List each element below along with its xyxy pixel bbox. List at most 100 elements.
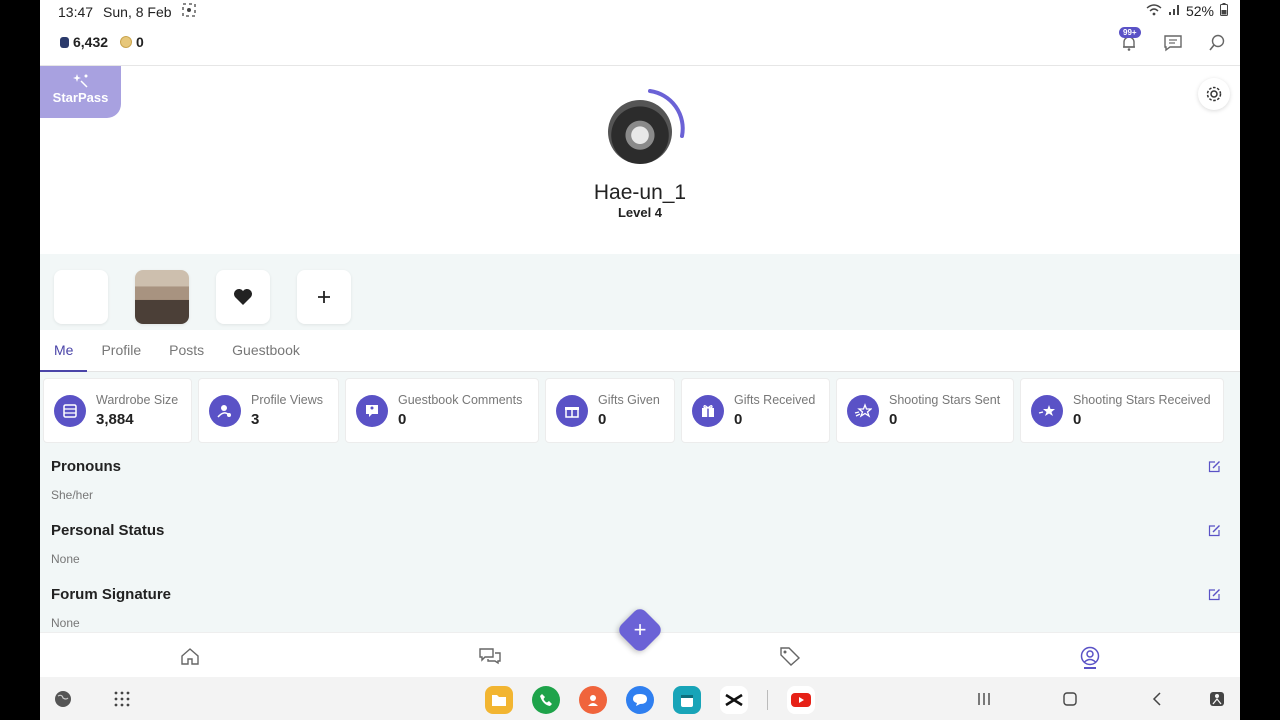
coin-count: 0: [136, 34, 144, 50]
app-dock: [485, 686, 815, 714]
plus-icon: [318, 291, 330, 303]
notification-badge: 99+: [1119, 27, 1141, 38]
stat-label: Gifts Received: [734, 393, 816, 407]
files-app-icon[interactable]: [485, 686, 513, 714]
gem-icon: [60, 36, 69, 48]
tab-guestbook[interactable]: Guestbook: [218, 330, 314, 372]
starpass-label: StarPass: [52, 90, 109, 105]
starpass-button[interactable]: StarPass: [40, 66, 121, 118]
messages-app-icon[interactable]: [626, 686, 654, 714]
tab-posts[interactable]: Posts: [155, 330, 218, 372]
status-bar: 13:47 Sun, 8 Feb 52%: [40, 0, 1240, 24]
notifications-button[interactable]: 99+: [1116, 27, 1142, 56]
gifts-received-icon: [692, 395, 724, 427]
search-button[interactable]: [1204, 30, 1230, 56]
stat-label: Wardrobe Size: [96, 393, 179, 407]
calendar-app-icon[interactable]: [673, 686, 701, 714]
stat-value: 0: [398, 411, 407, 428]
stat-value: 0: [734, 411, 743, 428]
stat-label: Profile Views: [251, 393, 324, 407]
dock-divider: [767, 690, 768, 710]
stat-value: 0: [889, 411, 898, 428]
tag-icon: [780, 647, 801, 666]
stat-label: Guestbook Comments: [398, 393, 523, 407]
system-taskbar: [40, 677, 1240, 720]
add-slot-button[interactable]: [297, 270, 351, 324]
nav-home[interactable]: [178, 644, 202, 668]
guestbook-icon: [356, 395, 388, 427]
stat-card[interactable]: Shooting Stars Received 0: [1020, 378, 1224, 443]
stat-card[interactable]: Guestbook Comments 0: [345, 378, 539, 443]
screenshot-icon: [181, 3, 196, 20]
section-value: She/her: [51, 488, 94, 502]
edit-icon[interactable]: [1208, 460, 1221, 478]
stat-label: Shooting Stars Sent: [889, 393, 1001, 407]
stat-label: Gifts Given: [598, 393, 660, 407]
stat-value: 3,884: [96, 411, 134, 428]
section-value: None: [51, 552, 80, 566]
stats-row: Wardrobe Size 3,884 Profile Views 3 Guestb…: [43, 378, 1224, 443]
currency-display: 6,432 0: [60, 34, 144, 50]
gear-icon: [1206, 86, 1222, 102]
back-icon[interactable]: [1147, 689, 1167, 709]
search-icon: [1209, 34, 1225, 51]
plus-icon: +: [633, 617, 647, 642]
stat-card[interactable]: Gifts Given 0: [545, 378, 675, 443]
tab-me[interactable]: Me: [40, 330, 88, 372]
wardrobe-icon: [54, 395, 86, 427]
shooting-star-icon: [847, 395, 879, 427]
favorites-slot[interactable]: [216, 270, 270, 324]
messages-button[interactable]: [1160, 30, 1186, 56]
home-icon: [181, 648, 199, 665]
edit-icon[interactable]: [1208, 524, 1221, 542]
section-title: Pronouns: [51, 458, 121, 475]
tab-profile[interactable]: Profile: [87, 330, 155, 372]
profile-tabs: Me Profile Posts Guestbook: [40, 330, 1240, 372]
stat-card[interactable]: Wardrobe Size 3,884: [43, 378, 192, 443]
status-date: Sun, 8 Feb: [103, 3, 172, 20]
profile-views-icon: [209, 395, 241, 427]
app-header: 6,432 0 99+: [40, 24, 1240, 66]
coin-icon: [120, 36, 133, 48]
stat-value: 0: [598, 411, 607, 428]
accessibility-icon[interactable]: [1207, 689, 1227, 709]
gift-icon: [556, 395, 588, 427]
profile-username: Hae-un_1: [593, 181, 687, 204]
section-title: Personal Status: [51, 522, 165, 539]
wifi-icon: [1146, 3, 1162, 19]
contacts-app-icon[interactable]: [579, 686, 607, 714]
recent-apps-icon[interactable]: [974, 689, 994, 709]
pronouns-section: Pronouns She/her: [51, 458, 1221, 502]
showcase-slot-empty[interactable]: [54, 270, 108, 324]
app-grid-icon[interactable]: [112, 689, 132, 709]
stat-card[interactable]: Gifts Received 0: [681, 378, 830, 443]
profile-level: Level 4: [617, 205, 663, 220]
active-nav-indicator: [1084, 667, 1096, 669]
showcase-slots: [54, 270, 351, 324]
sparkle-icon: [40, 72, 121, 90]
phone-app-icon[interactable]: [532, 686, 560, 714]
avatar: [608, 100, 672, 164]
youtube-app-icon[interactable]: [787, 686, 815, 714]
stat-card[interactable]: Profile Views 3: [198, 378, 339, 443]
stat-label: Shooting Stars Received: [1073, 393, 1211, 407]
home-button-icon[interactable]: [1060, 689, 1080, 709]
stat-value: 3: [251, 411, 260, 428]
nav-forums[interactable]: [478, 644, 502, 668]
create-button[interactable]: +: [615, 605, 665, 655]
showcase-slot-photo[interactable]: [135, 270, 189, 324]
edit-icon[interactable]: [1208, 588, 1221, 606]
nav-shop[interactable]: [778, 644, 802, 668]
status-time: 13:47: [58, 3, 94, 20]
section-title: Forum Signature: [51, 586, 172, 603]
settings-button[interactable]: [1198, 78, 1230, 110]
capcut-app-icon[interactable]: [720, 686, 748, 714]
app-screen: 13:47 Sun, 8 Feb 52% 6,432 0 99+ StarPas…: [40, 0, 1240, 720]
world-icon[interactable]: [53, 689, 73, 709]
nav-profile[interactable]: [1078, 644, 1102, 668]
profile-icon: [1080, 646, 1100, 666]
stat-card[interactable]: Shooting Stars Sent 0: [836, 378, 1014, 443]
chat-bubbles-icon: [479, 648, 501, 665]
avatar-container[interactable]: [606, 88, 686, 168]
gem-count: 6,432: [73, 34, 109, 50]
